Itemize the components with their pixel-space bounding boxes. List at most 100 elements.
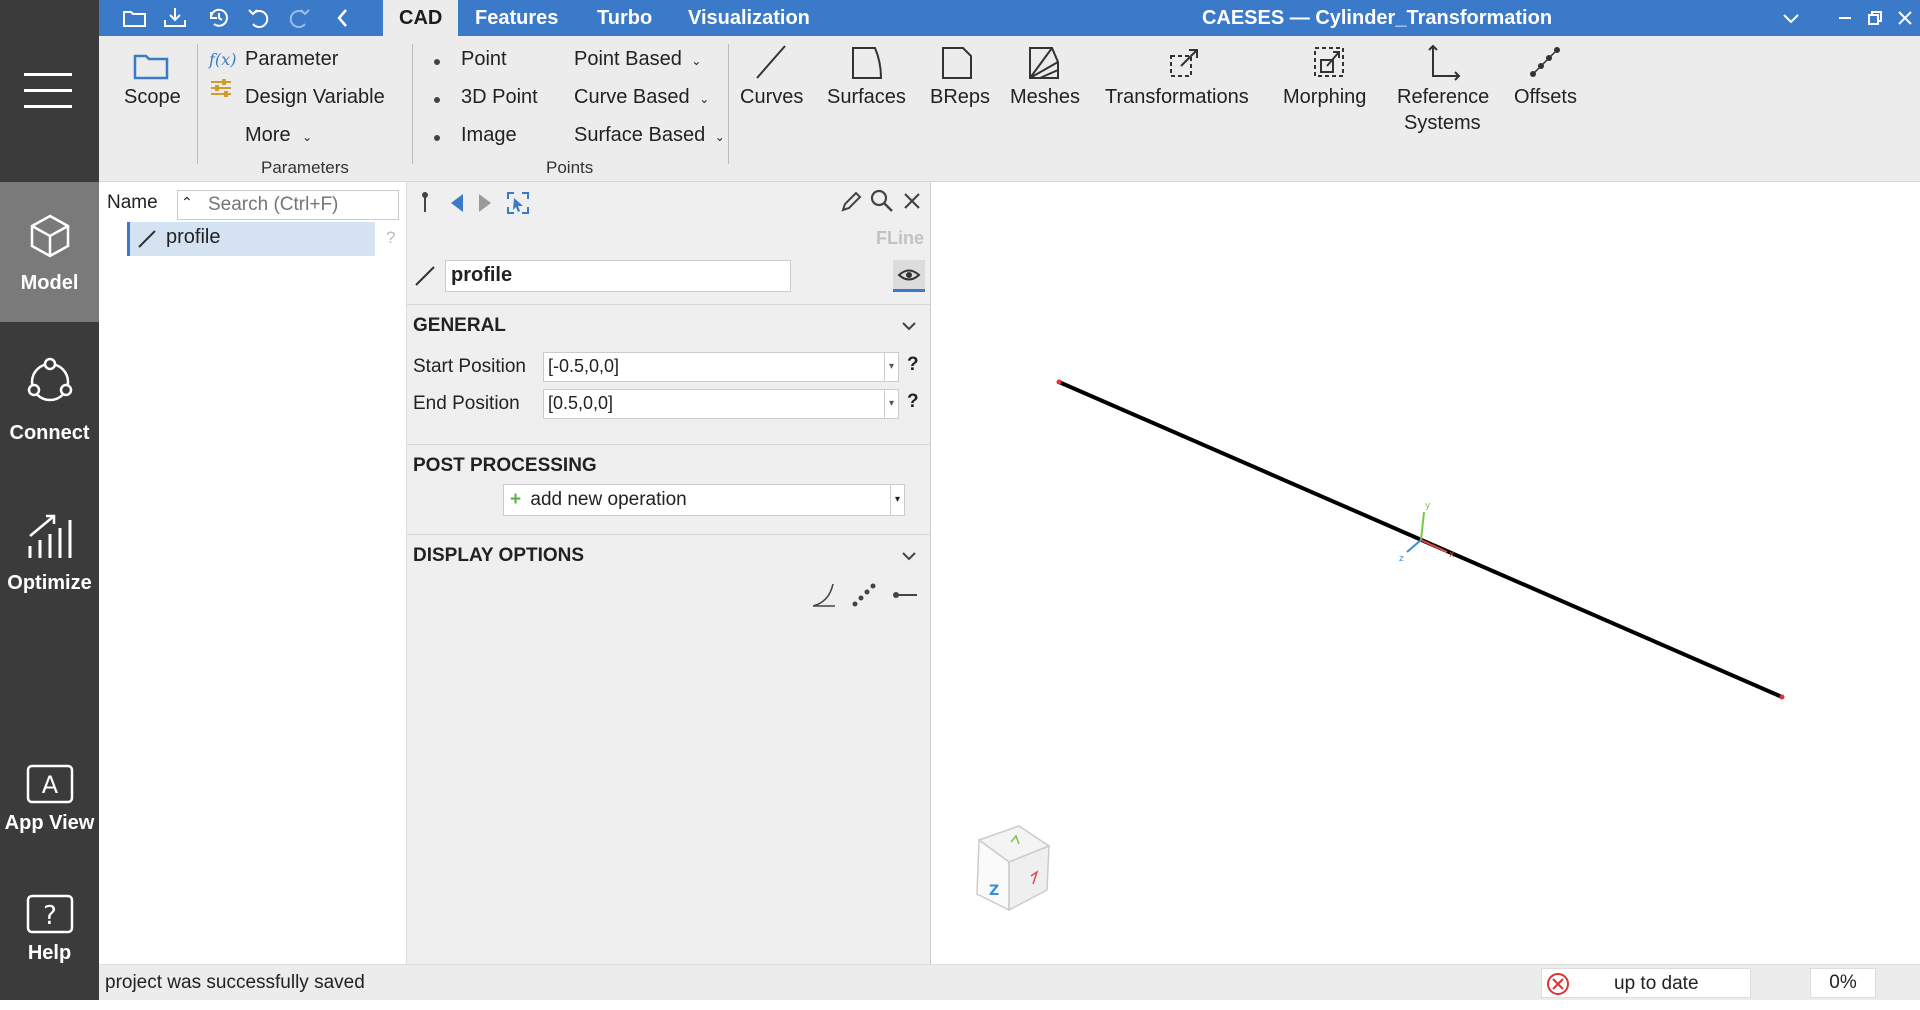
- 3d-viewport[interactable]: y x z Z: [931, 182, 1920, 964]
- svg-text:?: ?: [43, 901, 57, 931]
- nav-connect[interactable]: Connect: [0, 330, 99, 470]
- plus-icon: +: [510, 489, 522, 510]
- line-style-icon[interactable]: [891, 582, 919, 608]
- app-view-icon: A: [26, 764, 74, 804]
- point-button[interactable]: Point: [461, 48, 507, 71]
- curve-based-dropdown[interactable]: Curve Based ⌄: [574, 86, 709, 109]
- viewport-canvas[interactable]: y x z Z: [931, 182, 1920, 964]
- transformations-label: Transformations: [1105, 86, 1249, 108]
- forward-arrow-icon[interactable]: [475, 192, 495, 214]
- chevron-down-icon: [902, 552, 916, 561]
- redo-icon[interactable]: [285, 4, 313, 32]
- more-dropdown[interactable]: More ⌄: [245, 124, 312, 147]
- reference-systems-label-1: Reference: [1397, 86, 1490, 108]
- image-button[interactable]: Image: [461, 124, 517, 147]
- close-window-icon[interactable]: [1893, 6, 1917, 30]
- tab-visualization[interactable]: Visualization: [672, 0, 826, 36]
- help-icon: ?: [26, 894, 74, 934]
- cube-icon: [30, 214, 70, 258]
- minimize-icon[interactable]: [1833, 6, 1857, 30]
- nav-help[interactable]: ? Help: [0, 870, 99, 1010]
- update-status-box[interactable]: up to date: [1541, 968, 1751, 998]
- sort-up-icon[interactable]: ⌃: [181, 194, 201, 218]
- chevron-down-icon: ⌄: [714, 130, 725, 144]
- chevron-down-icon: [902, 322, 916, 331]
- nav-model[interactable]: Model: [0, 182, 99, 322]
- ribbon-separator: [197, 44, 198, 164]
- points-group-label: Points: [546, 158, 594, 177]
- meshes-label: Meshes: [1010, 86, 1081, 108]
- start-position-value: [-0.5,0,0]: [548, 356, 620, 376]
- history-icon[interactable]: [205, 4, 233, 32]
- svg-text:A: A: [42, 771, 59, 799]
- tab-cad[interactable]: CAD: [383, 0, 459, 36]
- save-icon[interactable]: [161, 4, 189, 32]
- post-processing-title: POST PROCESSING: [413, 455, 597, 476]
- nav-optimize[interactable]: Optimize: [0, 480, 99, 620]
- start-position-input[interactable]: [-0.5,0,0] ▾: [543, 352, 899, 382]
- reference-systems-label-2: Systems: [1404, 112, 1481, 134]
- view-cube[interactable]: Z: [976, 825, 1051, 912]
- back-arrow-icon[interactable]: [447, 192, 467, 214]
- curvature-icon[interactable]: [811, 582, 837, 608]
- properties-panel: FLine profile GENERAL Start Position [-0…: [407, 182, 931, 964]
- edit-pencil-icon[interactable]: [839, 190, 863, 214]
- reference-system-icon: [1428, 44, 1461, 81]
- nav-app-view-label: App View: [4, 812, 95, 834]
- nav-model-label: Model: [20, 272, 79, 294]
- select-in-viewport-icon[interactable]: [505, 190, 531, 216]
- display-options-section-header[interactable]: DISPLAY OPTIONS: [407, 534, 931, 576]
- line-end-point: [1779, 694, 1785, 700]
- tree-name-header[interactable]: Name: [107, 192, 158, 214]
- curves-label: Curves: [740, 86, 804, 108]
- surface-based-dropdown[interactable]: Surface Based ⌄: [574, 124, 725, 147]
- tree-search-input[interactable]: [177, 190, 399, 220]
- pin-icon[interactable]: [415, 190, 435, 214]
- tree-item-help[interactable]: ?: [386, 228, 395, 248]
- curve-line-icon: [756, 45, 786, 79]
- point-icon: [434, 59, 440, 65]
- tree-item-profile[interactable]: profile: [127, 222, 375, 256]
- point-icon: [434, 97, 440, 103]
- collapse-left-icon[interactable]: [329, 4, 357, 32]
- undo-icon[interactable]: [245, 4, 273, 32]
- start-position-help[interactable]: ?: [907, 354, 919, 376]
- point-based-dropdown[interactable]: Point Based ⌄: [574, 48, 701, 71]
- design-variable-button[interactable]: Design Variable: [245, 86, 385, 109]
- chevron-down-icon[interactable]: [1779, 6, 1803, 30]
- post-processing-section-header[interactable]: POST PROCESSING: [407, 444, 931, 486]
- scope-button[interactable]: Scope: [124, 86, 181, 109]
- general-section-header[interactable]: GENERAL: [407, 304, 931, 346]
- chevron-down-icon: ▾: [890, 485, 904, 515]
- restore-icon[interactable]: [1863, 6, 1887, 30]
- morphing-icon: [1314, 47, 1344, 77]
- tab-features[interactable]: Features: [459, 0, 574, 36]
- axis-z-label: z: [1399, 554, 1404, 564]
- error-circle-icon: [1547, 973, 1569, 995]
- ribbon-separator: [412, 44, 413, 164]
- visibility-toggle[interactable]: [893, 260, 925, 292]
- 3d-point-button[interactable]: 3D Point: [461, 86, 538, 109]
- status-message: project was successfully saved: [105, 972, 365, 993]
- hamburger-menu-icon[interactable]: [24, 73, 72, 109]
- nav-optimize-label: Optimize: [7, 572, 92, 594]
- open-folder-icon[interactable]: [121, 4, 149, 32]
- object-tree-panel: Name ⌃ profile ?: [99, 182, 407, 964]
- search-icon[interactable]: [869, 188, 895, 214]
- start-position-dropdown-icon[interactable]: ▾: [884, 353, 898, 381]
- axis-y-label: y: [1425, 501, 1431, 511]
- end-position-help[interactable]: ?: [907, 391, 919, 413]
- close-icon[interactable]: [901, 190, 923, 212]
- object-name-field[interactable]: profile: [445, 260, 791, 292]
- end-position-input[interactable]: [0.5,0,0] ▾: [543, 389, 899, 419]
- nav-help-label: Help: [27, 942, 72, 964]
- show-points-icon[interactable]: [851, 582, 877, 608]
- nav-app-view[interactable]: A App View: [0, 740, 99, 880]
- display-options-title: DISPLAY OPTIONS: [413, 545, 585, 566]
- tab-turbo[interactable]: Turbo: [581, 0, 668, 36]
- update-status-text: up to date: [1614, 973, 1699, 994]
- surface-based-label: Surface Based: [574, 124, 706, 146]
- end-position-dropdown-icon[interactable]: ▾: [884, 390, 898, 418]
- parameter-button[interactable]: Parameter: [245, 48, 338, 71]
- add-operation-dropdown[interactable]: + add new operation ▾: [503, 484, 905, 516]
